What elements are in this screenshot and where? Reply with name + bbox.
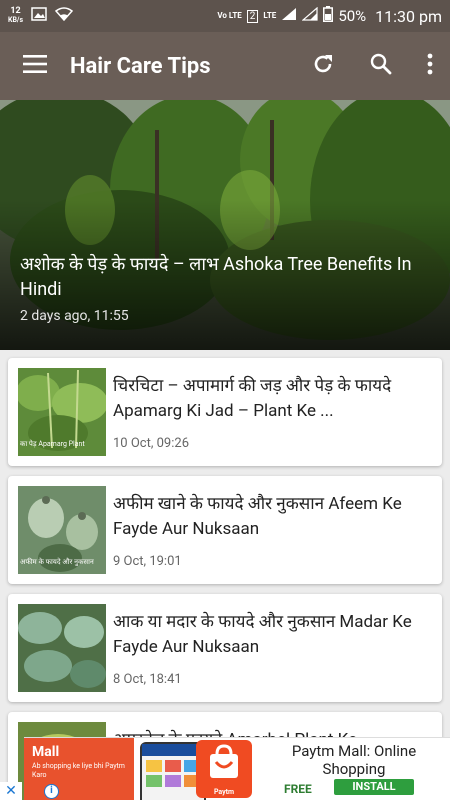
ad-tagline: Ab shopping ke liye bhi Paytm Karo <box>32 762 125 779</box>
ad-price: FREE <box>284 782 312 796</box>
article-thumbnail: अफीम के फायदे और नुकसान <box>18 486 106 574</box>
article-card[interactable]: आक या मदार के फायदे और नुकसान Madar Ke F… <box>8 594 442 702</box>
lte-indicator: LTE <box>263 11 277 20</box>
article-date: 9 Oct, 19:01 <box>113 554 182 569</box>
search-button[interactable] <box>352 32 410 100</box>
more-vertical-icon <box>427 53 433 79</box>
volte-indicator: Vo LTE <box>217 11 242 20</box>
featured-date: 2 days ago, 11:55 <box>20 308 129 324</box>
thumbnail-caption: अफीम के फायदे और नुकसान <box>20 558 94 566</box>
ad-banner[interactable]: Mall Ab shopping ke liye bhi Paytm Karo … <box>24 737 450 800</box>
article-title: चिरचिटा – अपामार्ग की जड़ और पेड़ के फाय… <box>113 376 392 421</box>
menu-button[interactable] <box>0 32 70 100</box>
article-card[interactable]: अफीम के फायदे और नुकसान अफीम खाने के फाय… <box>8 476 442 584</box>
app-title: Hair Care Tips <box>70 53 211 79</box>
article-card[interactable]: का पेड़ Apamarg Plant चिरचिटा – अपामार्ग… <box>8 358 442 466</box>
battery-icon <box>323 6 334 26</box>
signal-icon <box>281 7 297 25</box>
refresh-icon <box>311 52 335 80</box>
refresh-button[interactable] <box>294 32 352 100</box>
featured-title: अशोक के पेड़ के फायदे – लाभ Ashoka Tree … <box>20 254 412 300</box>
ad-headline: Paytm Mall: Online Shopping <box>291 742 417 778</box>
info-icon: i <box>50 785 53 796</box>
article-title: अफीम खाने के फायदे और नुकसान Afeem Ke Fa… <box>113 494 402 539</box>
install-button[interactable]: INSTALL <box>334 779 414 795</box>
hamburger-menu-icon <box>23 55 47 77</box>
overflow-menu-button[interactable] <box>410 32 450 100</box>
close-icon: ✕ <box>5 783 17 799</box>
wifi-icon <box>55 7 74 25</box>
clock: 11:30 pm <box>375 6 442 26</box>
signal-icon <box>301 6 318 25</box>
article-thumbnail: का पेड़ Apamarg Plant <box>18 368 106 456</box>
ad-info-button[interactable]: i <box>44 784 59 799</box>
ad-close-button[interactable]: ✕ <box>0 782 22 800</box>
article-title: आक या मदार के फायदे और नुकसान Madar Ke F… <box>113 612 412 657</box>
ad-promo-image: Mall Ab shopping ke liye bhi Paytm Karo <box>24 738 134 800</box>
search-icon <box>369 52 393 80</box>
ad-brand: Mall <box>32 744 60 760</box>
article-date: 10 Oct, 09:26 <box>113 436 189 451</box>
status-bar: 12 KB/s Vo LTE 2 LTE 50% 11:30 pm <box>0 0 450 32</box>
app-bar: Hair Care Tips <box>0 32 450 100</box>
sim-slot-badge: 2 <box>246 9 259 23</box>
paytm-bag-icon: Paytm <box>196 740 252 798</box>
network-speed: 12 KB/s <box>8 6 24 25</box>
thumbnail-caption: का पेड़ Apamarg Plant <box>20 440 85 448</box>
battery-percent: 50% <box>338 7 367 25</box>
article-date: 8 Oct, 18:41 <box>113 672 182 687</box>
featured-article[interactable]: अशोक के पेड़ के फायदे – लाभ Ashoka Tree … <box>0 100 450 350</box>
image-icon <box>31 7 47 25</box>
article-thumbnail <box>18 604 106 692</box>
